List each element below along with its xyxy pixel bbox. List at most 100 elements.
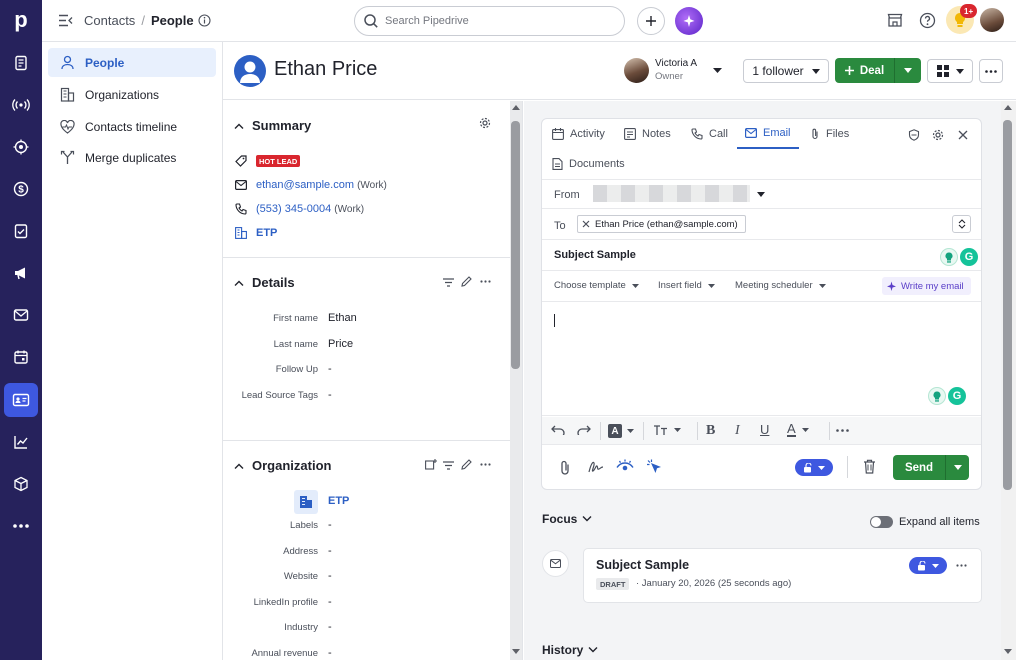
- contacts-card-icon[interactable]: [4, 383, 38, 417]
- edit-pencil-icon[interactable]: [461, 459, 472, 470]
- edit-pencil-icon[interactable]: [461, 276, 472, 287]
- from-dropdown-icon[interactable]: [757, 192, 765, 197]
- signature-icon[interactable]: [588, 460, 604, 474]
- expand-all-toggle[interactable]: [870, 516, 893, 528]
- info-icon[interactable]: [198, 14, 211, 27]
- more-dots-icon[interactable]: [480, 280, 491, 283]
- org-name-link[interactable]: ETP: [328, 495, 349, 507]
- deal-options-button[interactable]: [894, 58, 921, 83]
- sidebar-item-merge-duplicates[interactable]: Merge duplicates: [48, 143, 216, 172]
- owner-dropdown-icon[interactable]: [713, 68, 722, 73]
- layout-toggle-button[interactable]: [927, 59, 973, 83]
- mail-icon[interactable]: [0, 298, 42, 332]
- quick-add-button[interactable]: [637, 7, 665, 35]
- tracking-eye-icon[interactable]: [616, 459, 634, 474]
- grammarly-widget[interactable]: G: [940, 248, 978, 266]
- insights-chart-icon[interactable]: [0, 425, 42, 459]
- send-button[interactable]: Send: [893, 455, 945, 480]
- deals-dollar-icon[interactable]: $: [0, 172, 42, 206]
- font-style-dropdown[interactable]: A: [608, 424, 634, 438]
- hot-lead-badge[interactable]: HOT LEAD: [256, 155, 301, 167]
- font-size-dropdown[interactable]: [653, 424, 681, 436]
- recipient-chip[interactable]: Ethan Price (ethan@sample.com): [577, 215, 746, 233]
- activity-scrollbar-thumb[interactable]: [1003, 120, 1012, 490]
- leads-icon[interactable]: [0, 46, 42, 80]
- target-icon[interactable]: [0, 130, 42, 164]
- details-section-toggle[interactable]: Details: [234, 275, 295, 290]
- draft-email-card[interactable]: Subject Sample DRAFT · January 20, 2026 …: [583, 548, 982, 603]
- bold-icon[interactable]: B: [706, 423, 715, 439]
- email-body-editor[interactable]: G: [542, 302, 981, 416]
- broadcast-icon[interactable]: [0, 88, 42, 122]
- tab-notes[interactable]: Notes: [624, 119, 671, 149]
- more-formatting-icon[interactable]: [836, 429, 849, 432]
- tab-call[interactable]: Call: [691, 119, 728, 149]
- field-value[interactable]: -: [328, 545, 332, 557]
- send-options-button[interactable]: [945, 455, 969, 480]
- marketplace-icon[interactable]: [887, 12, 903, 28]
- add-deal-button[interactable]: Deal: [835, 58, 894, 83]
- field-value[interactable]: -: [328, 647, 332, 659]
- search-input[interactable]: Search Pipedrive: [354, 6, 625, 36]
- summary-org-link[interactable]: ETP: [256, 227, 277, 239]
- follower-button[interactable]: 1 follower: [743, 59, 829, 83]
- sidebar-item-people[interactable]: People: [48, 48, 216, 77]
- organization-section-toggle[interactable]: Organization: [234, 458, 331, 473]
- user-avatar[interactable]: [980, 8, 1004, 32]
- help-icon[interactable]: [919, 12, 936, 29]
- summary-phone-link[interactable]: (553) 345-0004: [256, 203, 331, 215]
- more-dots-icon[interactable]: [956, 564, 967, 567]
- privacy-icon[interactable]: [908, 129, 920, 141]
- tab-files[interactable]: Files: [810, 119, 849, 149]
- choose-template-dropdown[interactable]: Choose template: [554, 280, 639, 291]
- italic-icon[interactable]: I: [735, 423, 740, 439]
- text-color-dropdown[interactable]: A: [787, 422, 809, 437]
- campaigns-megaphone-icon[interactable]: [0, 256, 42, 290]
- settings-gear-icon[interactable]: [932, 129, 944, 141]
- sharing-visibility-dropdown[interactable]: [795, 459, 833, 476]
- field-value[interactable]: -: [328, 519, 332, 531]
- filter-icon[interactable]: [443, 461, 454, 470]
- close-icon[interactable]: [958, 130, 968, 140]
- write-my-email-button[interactable]: Write my email: [882, 277, 971, 295]
- person-name[interactable]: Ethan Price: [274, 58, 377, 81]
- more-actions-button[interactable]: [979, 59, 1003, 83]
- scroll-down-arrow-icon[interactable]: [1004, 649, 1012, 654]
- field-value[interactable]: -: [328, 621, 332, 633]
- products-box-icon[interactable]: [0, 467, 42, 501]
- scroll-up-arrow-icon[interactable]: [1004, 105, 1012, 110]
- underline-icon[interactable]: U: [760, 422, 769, 437]
- calendar-icon[interactable]: [0, 340, 42, 374]
- sidebar-item-contacts-timeline[interactable]: Contacts timeline: [48, 112, 216, 141]
- focus-section-toggle[interactable]: Focus: [542, 512, 592, 526]
- field-value-first-name[interactable]: Ethan: [328, 312, 357, 324]
- field-value-last-name[interactable]: Price: [328, 338, 353, 350]
- draft-visibility-dropdown[interactable]: [909, 557, 947, 574]
- more-dots-icon[interactable]: [0, 509, 42, 543]
- field-value[interactable]: -: [328, 570, 332, 582]
- filter-icon[interactable]: [443, 278, 454, 287]
- meeting-scheduler-dropdown[interactable]: Meeting scheduler: [735, 280, 826, 291]
- cc-bcc-toggle[interactable]: [952, 215, 971, 233]
- from-address-redacted[interactable]: [593, 185, 750, 202]
- tab-email[interactable]: Email: [737, 119, 799, 149]
- history-section-toggle[interactable]: History: [542, 643, 598, 657]
- summary-email-link[interactable]: ethan@sample.com: [256, 179, 354, 191]
- attachment-paperclip-icon[interactable]: [559, 460, 571, 476]
- grammarly-widget[interactable]: G: [928, 387, 966, 405]
- field-value-lead-source[interactable]: -: [328, 389, 332, 401]
- summary-settings-icon[interactable]: [479, 117, 491, 129]
- insert-field-dropdown[interactable]: Insert field: [658, 280, 715, 291]
- redo-icon[interactable]: [576, 425, 591, 435]
- owner-info[interactable]: Victoria A Owner: [655, 57, 697, 83]
- more-dots-icon[interactable]: [480, 463, 491, 466]
- tasks-icon[interactable]: [0, 214, 42, 248]
- collapse-menu-icon[interactable]: [58, 14, 73, 27]
- summary-section-toggle[interactable]: Summary: [234, 118, 311, 133]
- pipedrive-logo[interactable]: p: [0, 3, 42, 37]
- link-tracking-cursor-icon[interactable]: [646, 459, 664, 475]
- details-scrollbar-thumb[interactable]: [511, 121, 520, 369]
- subject-input[interactable]: Subject Sample: [554, 249, 636, 261]
- tab-documents[interactable]: Documents: [552, 149, 625, 179]
- draft-subject[interactable]: Subject Sample: [596, 558, 689, 572]
